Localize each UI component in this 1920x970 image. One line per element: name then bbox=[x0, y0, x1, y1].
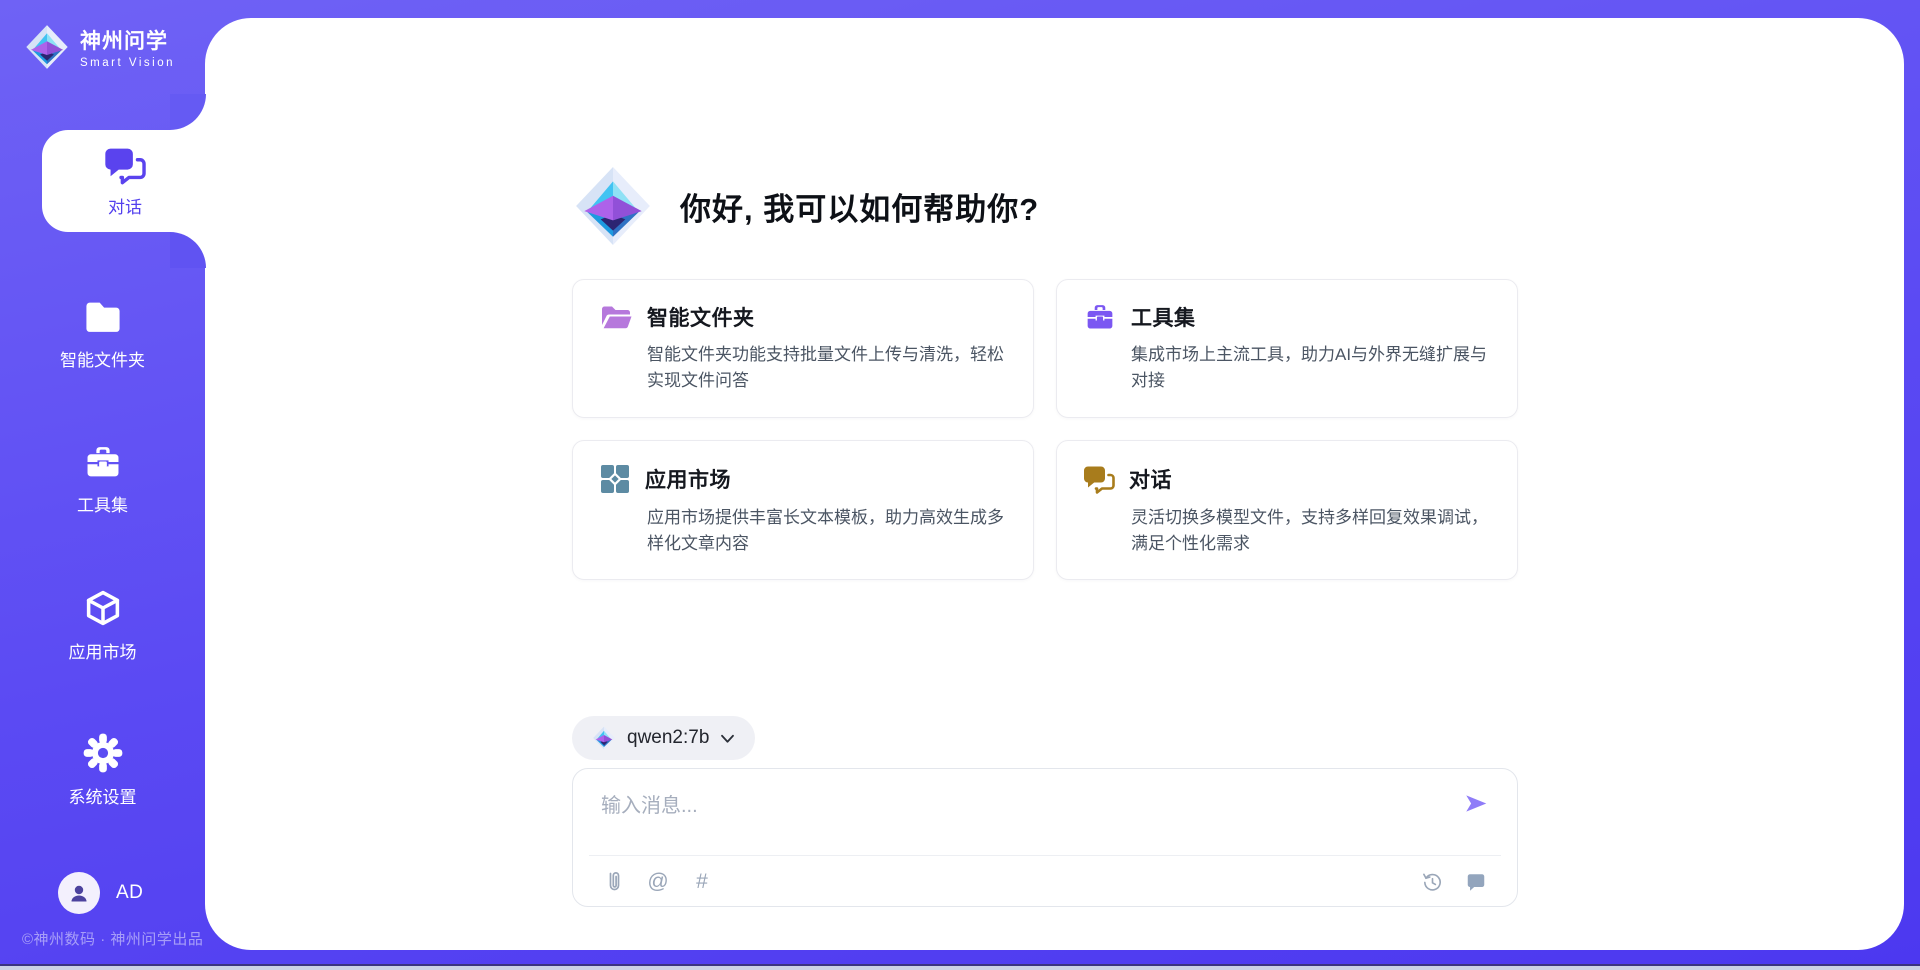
person-icon bbox=[67, 881, 91, 905]
toolbox-icon bbox=[82, 442, 124, 482]
command-button[interactable]: # bbox=[689, 869, 715, 895]
chat-icon bbox=[1083, 463, 1115, 495]
card-app-market[interactable]: 应用市场 应用市场提供丰富长文本模板，助力高效生成多样化文章内容 bbox=[572, 440, 1034, 581]
brand-text: 神州问学 Smart Vision bbox=[80, 25, 175, 69]
footer-credit: ©神州数码 · 神州问学出品 bbox=[22, 928, 203, 949]
sidebar-item-smart-folder[interactable]: 智能文件夹 bbox=[0, 297, 205, 371]
card-description: 集成市场上主流工具，助力AI与外界无缝扩展与对接 bbox=[1131, 342, 1491, 395]
attachment-icon bbox=[604, 870, 624, 894]
sidebar-item-chat[interactable]: 对话 bbox=[42, 130, 208, 232]
message-input[interactable] bbox=[601, 789, 1471, 841]
card-title: 工具集 bbox=[1131, 302, 1196, 332]
card-chat[interactable]: 对话 灵活切换多模型文件，支持多样回复效果调试，满足个性化需求 bbox=[1056, 440, 1518, 581]
window-bottom-edge bbox=[0, 964, 1920, 970]
user-name: AD bbox=[116, 882, 143, 904]
card-description: 智能文件夹功能支持批量文件上传与清洗，轻松实现文件问答 bbox=[647, 342, 1007, 395]
folder-icon bbox=[82, 297, 124, 337]
message-icon bbox=[1465, 871, 1487, 893]
history-icon bbox=[1421, 871, 1444, 894]
cube-icon bbox=[82, 587, 124, 629]
logo-diamond-icon bbox=[572, 165, 654, 247]
chat-icon bbox=[104, 144, 146, 186]
hash-icon: # bbox=[696, 870, 708, 894]
composer-toolbar: @ # bbox=[601, 865, 1489, 899]
app-grid-icon bbox=[599, 463, 631, 495]
card-toolset[interactable]: 工具集 集成市场上主流工具，助力AI与外界无缝扩展与对接 bbox=[1056, 279, 1518, 418]
sidebar-item-label: 对话 bbox=[42, 193, 208, 218]
card-description: 灵活切换多模型文件，支持多样回复效果调试，满足个性化需求 bbox=[1131, 505, 1491, 558]
user-account[interactable]: AD bbox=[58, 872, 143, 914]
card-title: 智能文件夹 bbox=[647, 302, 755, 332]
feature-cards: 智能文件夹 智能文件夹功能支持批量文件上传与清洗，轻松实现文件问答 工具集 集成… bbox=[572, 279, 1518, 580]
attachment-button[interactable] bbox=[601, 869, 627, 895]
logo-diamond-icon bbox=[592, 726, 616, 750]
model-name: qwen2:7b bbox=[627, 727, 709, 749]
sidebar-item-label: 智能文件夹 bbox=[0, 346, 205, 371]
sidebar-item-settings[interactable]: 系统设置 bbox=[0, 732, 205, 808]
greeting-text: 你好, 我可以如何帮助你? bbox=[680, 184, 1039, 229]
send-icon bbox=[1463, 791, 1489, 817]
card-smart-folder[interactable]: 智能文件夹 智能文件夹功能支持批量文件上传与清洗，轻松实现文件问答 bbox=[572, 279, 1034, 418]
mention-button[interactable]: @ bbox=[645, 869, 671, 895]
toolbox-icon bbox=[1083, 302, 1117, 332]
card-title: 对话 bbox=[1129, 464, 1172, 494]
composer-divider bbox=[589, 855, 1501, 856]
app-subtitle: Smart Vision bbox=[80, 57, 175, 69]
mention-icon: @ bbox=[647, 870, 668, 894]
tab-curve-bottom bbox=[170, 232, 206, 268]
brand-logo: 神州问学 Smart Vision bbox=[24, 24, 175, 70]
sidebar-item-label: 应用市场 bbox=[0, 638, 205, 663]
card-title: 应用市场 bbox=[645, 464, 731, 494]
chevron-down-icon bbox=[720, 733, 735, 744]
avatar bbox=[58, 872, 100, 914]
message-button[interactable] bbox=[1463, 869, 1489, 895]
history-button[interactable] bbox=[1419, 869, 1445, 895]
logo-diamond-icon bbox=[24, 24, 70, 70]
message-composer: @ # bbox=[572, 768, 1518, 907]
send-button[interactable] bbox=[1461, 789, 1491, 819]
sidebar-item-label: 系统设置 bbox=[0, 783, 205, 808]
gear-icon bbox=[82, 732, 124, 774]
model-selector[interactable]: qwen2:7b bbox=[572, 716, 755, 760]
card-description: 应用市场提供丰富长文本模板，助力高效生成多样化文章内容 bbox=[647, 505, 1007, 558]
sidebar: 神州问学 Smart Vision 对话 智能文件夹 工具集 bbox=[0, 0, 205, 970]
folder-open-icon bbox=[599, 302, 633, 332]
greeting: 你好, 我可以如何帮助你? bbox=[572, 165, 1039, 247]
sidebar-item-label: 工具集 bbox=[0, 491, 205, 516]
main-panel: 你好, 我可以如何帮助你? 智能文件夹 智能文件夹功能支持批量文件上传与清洗，轻… bbox=[205, 18, 1904, 950]
tab-curve-top bbox=[170, 94, 206, 130]
app-name: 神州问学 bbox=[80, 25, 175, 55]
sidebar-item-app-market[interactable]: 应用市场 bbox=[0, 587, 205, 663]
sidebar-item-toolset[interactable]: 工具集 bbox=[0, 442, 205, 516]
